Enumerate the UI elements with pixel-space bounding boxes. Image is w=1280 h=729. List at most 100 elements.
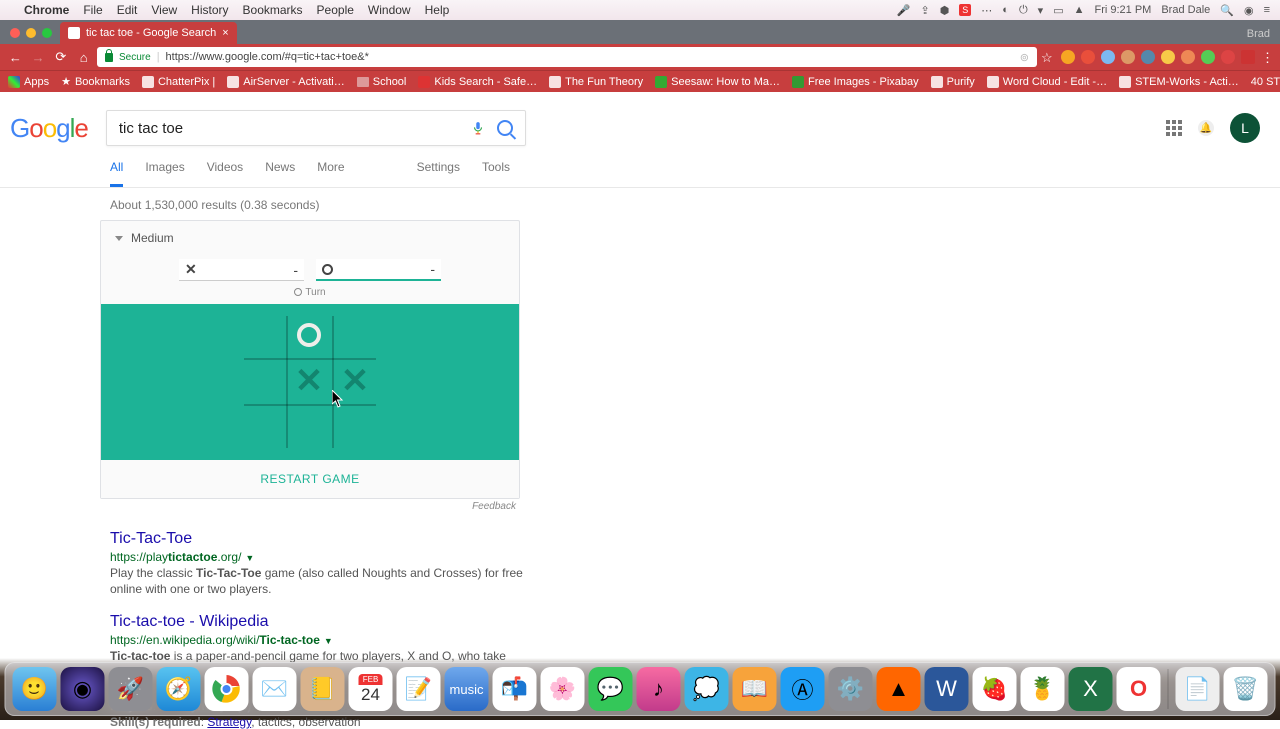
settings-link[interactable]: Settings [417, 160, 460, 187]
browser-tab[interactable]: tic tac toe - Google Search × [60, 22, 237, 44]
minimize-window-button[interactable] [26, 28, 36, 38]
spotlight-icon[interactable]: 🔍 [1220, 4, 1234, 17]
menubar-clock[interactable]: Fri 9:21 PM [1094, 4, 1151, 16]
cell-1-2[interactable]: ✕ [332, 358, 378, 404]
dock-ibooks[interactable]: 📖 [733, 667, 777, 711]
dock-calendar[interactable]: FEB24 [349, 667, 393, 711]
dock-app[interactable]: 🍍 [1021, 667, 1065, 711]
app-name[interactable]: Chrome [24, 3, 69, 17]
dock-safari[interactable]: 🧭 [157, 667, 201, 711]
bookmark[interactable]: Purify [931, 76, 975, 88]
siri-icon[interactable]: ◉ [1244, 4, 1254, 17]
status-icon[interactable]: 🎤 [897, 4, 911, 17]
chevron-down-icon[interactable]: ▼ [324, 636, 333, 646]
extension-icon[interactable] [1201, 50, 1215, 64]
voice-search-icon[interactable] [471, 118, 485, 138]
google-apps-icon[interactable] [1166, 120, 1182, 136]
bookmark[interactable]: ChatterPix | [142, 76, 215, 88]
dock-preferences[interactable]: ⚙️ [829, 667, 873, 711]
status-icon[interactable]: ⇪ [920, 4, 929, 17]
account-avatar[interactable]: L [1230, 113, 1260, 143]
profile-indicator[interactable]: Brad [1247, 28, 1280, 44]
chrome-menu-icon[interactable]: ⋮ [1261, 50, 1274, 64]
dock-app[interactable]: 💭 [685, 667, 729, 711]
menu-edit[interactable]: Edit [117, 3, 138, 17]
extension-icon[interactable] [1221, 50, 1235, 64]
dock-contacts[interactable]: 📒 [301, 667, 345, 711]
bookmark[interactable]: Free Images - Pixabay [792, 76, 919, 88]
dock-trash[interactable]: 🗑️ [1224, 667, 1268, 711]
tab-more[interactable]: More [317, 160, 344, 187]
feedback-link[interactable]: Feedback [100, 499, 520, 512]
menu-view[interactable]: View [151, 3, 177, 17]
bookmark[interactable]: Kids Search - Safe… [418, 76, 537, 88]
extension-icon[interactable] [1081, 50, 1095, 64]
result-title[interactable]: Tic-tac-toe - Wikipedia [110, 613, 530, 631]
star-icon[interactable]: ☆ [1041, 50, 1055, 64]
status-icon[interactable]: ◐ [1002, 4, 1009, 16]
search-input[interactable] [119, 120, 471, 137]
dock-app[interactable]: 🍓 [973, 667, 1017, 711]
bookmark[interactable]: STEM-Works - Acti… [1119, 76, 1239, 88]
difficulty-selector[interactable]: Medium [101, 221, 519, 255]
menu-people[interactable]: People [317, 3, 354, 17]
cell-2-1[interactable] [286, 404, 332, 450]
cell-1-0[interactable] [240, 358, 286, 404]
bookmark[interactable]: Seesaw: How to Ma… [655, 76, 780, 88]
fullscreen-window-button[interactable] [42, 28, 52, 38]
tab-all[interactable]: All [110, 160, 123, 187]
dock-photos[interactable]: 🌸 [541, 667, 585, 711]
menu-window[interactable]: Window [368, 3, 411, 17]
cell-0-2[interactable] [332, 312, 378, 358]
status-icon[interactable]: S [959, 4, 971, 16]
dock-finder[interactable]: 🙂 [13, 667, 57, 711]
dock-vlc[interactable]: ▲ [877, 667, 921, 711]
result-title[interactable]: Tic-Tac-Toe [110, 530, 530, 548]
tools-link[interactable]: Tools [482, 160, 510, 187]
menubar-user[interactable]: Brad Dale [1161, 4, 1210, 16]
bookmark-apps[interactable]: Apps [8, 76, 49, 88]
dock-document[interactable]: 📄 [1176, 667, 1220, 711]
bookmark[interactable]: ★Bookmarks [61, 75, 130, 88]
dock-app[interactable]: 📬 [493, 667, 537, 711]
google-logo[interactable]: Google [10, 113, 106, 144]
dock-word[interactable]: W [925, 667, 969, 711]
dock-office[interactable]: O [1117, 667, 1161, 711]
status-icon[interactable]: ⋯ [981, 4, 992, 17]
result-link[interactable]: Strategy [207, 715, 251, 729]
status-icon[interactable]: ⏻ [1019, 4, 1028, 17]
dock-notes[interactable]: 📝 [397, 667, 441, 711]
wifi-icon[interactable]: ▾ [1038, 4, 1044, 17]
chevron-down-icon[interactable]: ▼ [245, 553, 254, 563]
bookmark-folder[interactable]: School [357, 76, 407, 88]
dock-music[interactable]: music [445, 667, 489, 711]
cell-2-2[interactable] [332, 404, 378, 450]
tab-news[interactable]: News [265, 160, 295, 187]
extension-icon[interactable] [1141, 50, 1155, 64]
dock-chrome[interactable] [205, 667, 249, 711]
dock-excel[interactable]: X [1069, 667, 1113, 711]
dock-appstore[interactable]: Ⓐ [781, 667, 825, 711]
home-button[interactable]: ⌂ [74, 47, 93, 67]
forward-button[interactable]: → [29, 47, 48, 67]
dock-mail[interactable]: ✉️ [253, 667, 297, 711]
omnibox-action-icon[interactable]: ⊚ [1020, 51, 1029, 64]
volume-icon[interactable]: ▲ [1074, 4, 1085, 16]
tab-images[interactable]: Images [145, 160, 184, 187]
extension-icon[interactable] [1061, 50, 1075, 64]
omnibox[interactable]: Secure | https://www.google.com/#q=tic+t… [97, 47, 1037, 67]
close-tab-icon[interactable]: × [222, 27, 228, 39]
search-button-icon[interactable] [497, 120, 513, 136]
cell-0-1[interactable] [286, 312, 332, 358]
dock-itunes[interactable]: ♪ [637, 667, 681, 711]
extension-icon[interactable] [1101, 50, 1115, 64]
tab-videos[interactable]: Videos [207, 160, 243, 187]
menu-history[interactable]: History [191, 3, 228, 17]
extension-icon[interactable] [1161, 50, 1175, 64]
dock-siri[interactable]: ◉ [61, 667, 105, 711]
dock-launchpad[interactable]: 🚀 [109, 667, 153, 711]
cell-0-0[interactable] [240, 312, 286, 358]
cell-2-0[interactable] [240, 404, 286, 450]
restart-game-button[interactable]: RESTART GAME [101, 460, 519, 498]
display-icon[interactable]: ▭ [1053, 4, 1063, 17]
